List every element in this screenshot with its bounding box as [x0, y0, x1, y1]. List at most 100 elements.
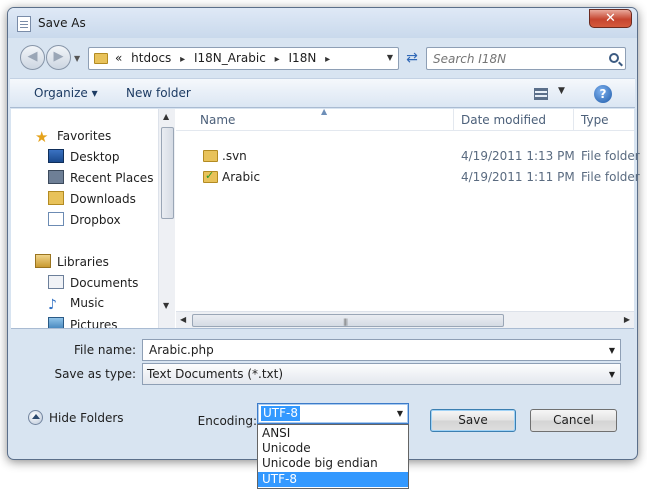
sidebar-item-pictures[interactable]: Pictures [48, 317, 118, 328]
close-button[interactable]: ✕ [589, 9, 632, 28]
scroll-left-icon[interactable]: ◀ [180, 315, 186, 324]
column-date-modified[interactable]: Date modified [461, 113, 546, 127]
pictures-icon [48, 317, 64, 328]
documents-icon [48, 275, 64, 289]
sidebar-item-music[interactable]: ♪ Music [48, 296, 104, 314]
encoding-label: Encoding: [197, 414, 257, 428]
desktop-icon [48, 149, 64, 163]
file-type: File folder [581, 170, 640, 184]
save-as-type-label: Save as type: [54, 367, 136, 381]
grip-icon: ||| [343, 318, 348, 326]
file-date: 4/19/2011 1:11 PM [461, 170, 575, 184]
breadcrumb-item-i18n[interactable]: I18N [289, 51, 317, 65]
chevron-down-icon[interactable]: ▼ [609, 346, 615, 355]
cancel-button[interactable]: Cancel [530, 409, 617, 432]
search-input[interactable] [431, 50, 601, 67]
address-bar[interactable]: « htdocs ▸ I18N_Arabic ▸ I18N ▸ ▼ [88, 47, 399, 70]
command-toolbar: Organize ▾ New folder ▼ ? [10, 78, 635, 108]
libraries-icon [35, 254, 51, 268]
star-icon: ★ [35, 128, 49, 146]
encoding-dropdown-list: ANSI Unicode Unicode big endian UTF-8 [257, 424, 409, 489]
chevron-right-icon[interactable]: ▸ [325, 54, 330, 65]
chevron-down-icon[interactable]: ▼ [609, 370, 615, 379]
breadcrumb: « htdocs ▸ I18N_Arabic ▸ I18N ▸ [115, 51, 335, 65]
close-icon: ✕ [605, 11, 616, 26]
save-as-type-select[interactable]: Text Documents (*.txt) ▼ [142, 363, 621, 385]
breadcrumb-item-htdocs[interactable]: htdocs [131, 51, 171, 65]
file-type: File folder [581, 149, 640, 163]
arrow-left-icon: ◀ [27, 49, 38, 64]
search-icon [609, 53, 619, 63]
column-name[interactable]: Name [200, 113, 235, 127]
file-name: .svn [222, 149, 247, 163]
column-divider[interactable] [453, 109, 454, 131]
organize-button[interactable]: Organize ▾ [34, 86, 98, 100]
new-folder-button[interactable]: New folder [126, 86, 191, 100]
file-row-svn[interactable]: .svn 4/19/2011 1:13 PM File folder [176, 147, 640, 167]
encoding-option-unicode-big-endian[interactable]: Unicode big endian [258, 456, 408, 471]
forward-button[interactable]: ▶ [46, 45, 71, 70]
refresh-button[interactable]: ⇄ [401, 47, 423, 70]
refresh-icon: ⇄ [406, 50, 418, 66]
column-divider[interactable] [573, 109, 574, 131]
help-icon[interactable]: ? [594, 85, 612, 103]
arrow-right-icon: ▶ [53, 49, 64, 64]
column-type[interactable]: Type [581, 113, 609, 127]
svn-folder-icon [203, 169, 218, 183]
encoding-select[interactable]: UTF-8 ▼ [257, 403, 409, 424]
encoding-value: UTF-8 [261, 406, 300, 421]
nav-vertical-scrollbar[interactable]: ▲ ▼ [158, 109, 175, 328]
collapse-icon [28, 410, 43, 425]
save-button[interactable]: Save [430, 409, 516, 432]
browser-pane: ★ Favorites Desktop Recent Places Downloa… [11, 107, 640, 329]
title-bar[interactable]: Save As ✕ [8, 8, 637, 38]
navigation-pane: ★ Favorites Desktop Recent Places Downloa… [11, 109, 158, 328]
scroll-down-icon[interactable]: ▼ [163, 301, 169, 310]
encoding-option-ansi[interactable]: ANSI [258, 426, 408, 441]
search-box[interactable] [426, 47, 626, 70]
sidebar-item-documents[interactable]: Documents [48, 275, 138, 293]
file-horizontal-scrollbar[interactable]: ◀ ||| ▶ [176, 311, 634, 328]
sidebar-item-recent-places[interactable]: Recent Places [48, 170, 153, 188]
views-icon[interactable] [534, 88, 548, 100]
scroll-right-icon[interactable]: ▶ [624, 315, 630, 324]
breadcrumb-item-i18n-arabic[interactable]: I18N_Arabic [194, 51, 266, 65]
save-as-dialog: Save As ✕ ◀ ▶ ▼ « htdocs ▸ I18N_Arabic ▸… [7, 7, 640, 460]
window-title: Save As [38, 16, 86, 30]
scroll-thumb[interactable] [161, 127, 174, 219]
file-name-field[interactable]: ▼ [142, 339, 621, 361]
file-list: ▲ Name Date modified Type .svn 4/19/2011… [176, 107, 640, 328]
encoding-option-unicode[interactable]: Unicode [258, 441, 408, 456]
sidebar-item-libraries[interactable]: Libraries [35, 254, 109, 272]
sidebar-item-downloads[interactable]: Downloads [48, 191, 136, 209]
column-header: ▲ Name Date modified Type [176, 107, 634, 131]
back-button[interactable]: ◀ [20, 45, 45, 70]
scroll-thumb[interactable]: ||| [192, 314, 504, 327]
scroll-up-icon[interactable]: ▲ [163, 112, 169, 121]
downloads-icon [48, 191, 64, 205]
sidebar-item-desktop[interactable]: Desktop [48, 149, 120, 167]
file-name-input[interactable] [147, 342, 587, 358]
chevron-down-icon[interactable]: ▼ [397, 409, 403, 418]
file-name-label: File name: [74, 343, 136, 357]
sidebar-item-favorites[interactable]: ★ Favorites [35, 128, 111, 146]
chevron-right-icon[interactable]: ▸ [275, 54, 280, 65]
file-date: 4/19/2011 1:13 PM [461, 149, 575, 163]
views-dropdown[interactable]: ▼ [558, 86, 565, 96]
file-name: Arabic [222, 170, 261, 184]
hide-folders-button[interactable]: Hide Folders [28, 410, 124, 425]
chevron-right-icon[interactable]: ▸ [180, 54, 185, 65]
save-as-type-value: Text Documents (*.txt) [147, 367, 284, 381]
sidebar-item-dropbox[interactable]: Dropbox [48, 212, 121, 230]
breadcrumb-overflow[interactable]: « [115, 51, 122, 65]
music-icon: ♪ [48, 297, 57, 313]
dropbox-icon [48, 212, 64, 226]
chevron-down-icon[interactable]: ▼ [387, 53, 393, 62]
folder-icon [94, 53, 108, 64]
file-row-arabic[interactable]: Arabic 4/19/2011 1:11 PM File folder [176, 168, 640, 188]
folder-icon [203, 150, 218, 162]
notepad-icon [17, 16, 31, 32]
encoding-option-utf8[interactable]: UTF-8 [258, 472, 408, 487]
recent-locations-dropdown[interactable]: ▼ [74, 54, 80, 63]
sort-ascending-icon: ▲ [321, 107, 328, 116]
